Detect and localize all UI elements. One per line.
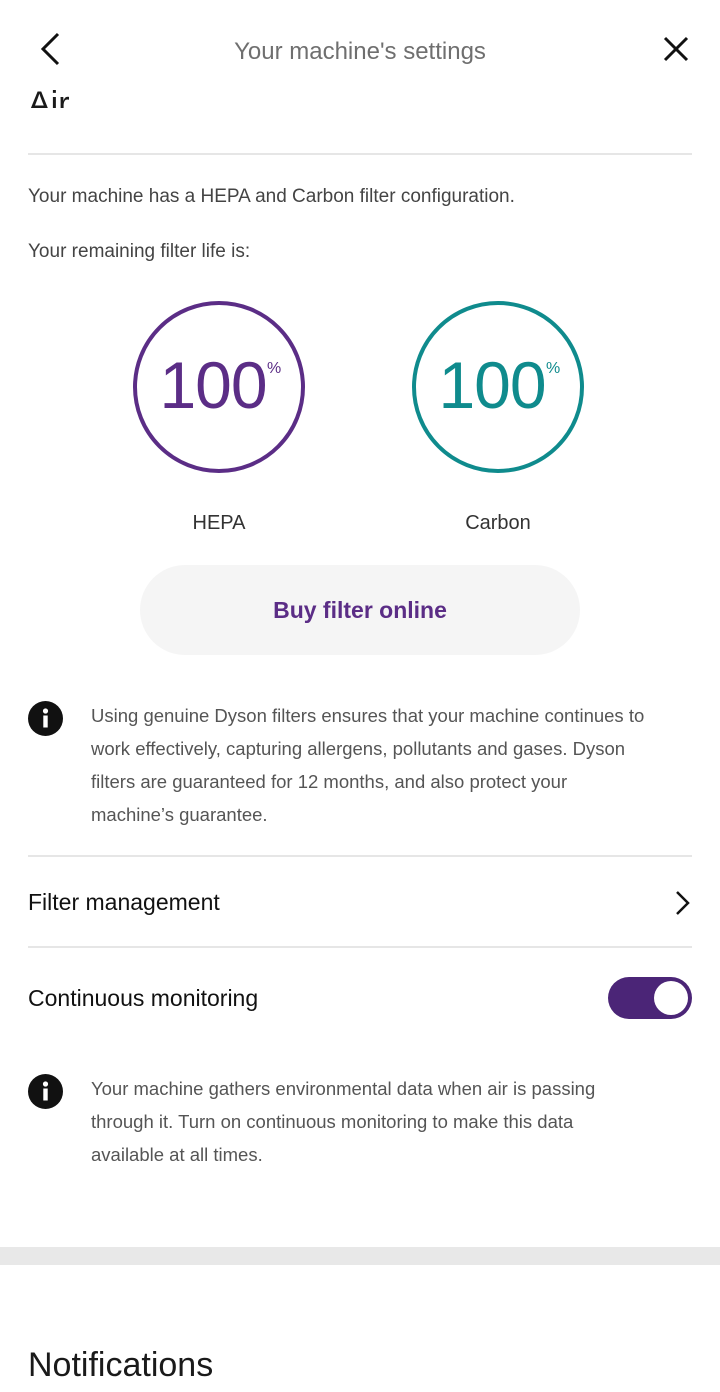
header: Your machine's settings: [0, 0, 720, 108]
filter-management-row[interactable]: Filter management: [0, 858, 720, 948]
toggle-knob: [654, 981, 688, 1015]
notifications-section-title: Notifications: [28, 1346, 214, 1384]
air-section-title: Air: [28, 85, 70, 108]
continuous-monitoring-label: Continuous monitoring: [28, 985, 259, 1011]
carbon-percent-sign: %: [546, 360, 561, 377]
settings-page: Your machine's settings Air Your machine…: [0, 0, 720, 1392]
filter-config-text: Your machine has a HEPA and Carbon filte…: [28, 186, 515, 207]
carbon-gauge: 100 %: [411, 300, 585, 474]
hepa-percent-sign: %: [267, 360, 282, 377]
close-button[interactable]: [654, 24, 698, 74]
monitoring-info-text: Your machine gathers environmental data …: [91, 1078, 596, 1165]
hepa-gauge: 100 %: [132, 300, 306, 474]
filter-remaining-text: Your remaining filter life is:: [28, 241, 251, 262]
chevron-right-icon: [676, 891, 690, 915]
info-icon: [28, 701, 63, 736]
hepa-label: HEPA: [192, 512, 246, 534]
divider: [28, 946, 692, 948]
section-separator: [0, 1247, 720, 1265]
carbon-label: Carbon: [465, 512, 531, 534]
close-icon: [663, 36, 689, 62]
divider: [28, 855, 692, 857]
buy-filter-button[interactable]: Buy filter online: [140, 565, 580, 655]
genuine-filter-info-text: Using genuine Dyson filters ensures that…: [91, 705, 645, 825]
buy-filter-label: Buy filter online: [273, 596, 447, 623]
header-title: Your machine's settings: [234, 38, 486, 65]
continuous-monitoring-toggle[interactable]: [608, 977, 692, 1019]
info-icon: [28, 1074, 63, 1109]
divider: [28, 153, 692, 155]
filter-management-label: Filter management: [28, 889, 220, 915]
